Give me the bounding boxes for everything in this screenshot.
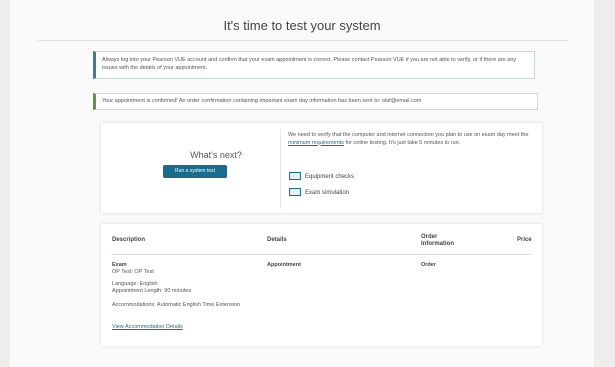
- appointment-length: Appointment Length: 90 minutes: [112, 288, 192, 294]
- page-title: It's time to test your system: [223, 18, 381, 33]
- order-table: Description Details Order Information Pr…: [101, 224, 542, 346]
- exam-language: Language: English: [112, 281, 158, 287]
- order-info-value: Order: [421, 262, 436, 268]
- page: It's time to test your system Always log…: [10, 0, 594, 367]
- requirements-text-after: for online testing. It's just take 5 min…: [345, 139, 461, 146]
- accommodations: Accommodations: Automatic English Time E…: [112, 302, 241, 308]
- exam-simulation-item: Exam simulation: [289, 188, 349, 198]
- details-value: Appointment: [267, 262, 301, 268]
- requirements-text: We need to verify that the computer and …: [288, 132, 531, 147]
- exam-name: OP Test: OP Test: [112, 269, 154, 275]
- whats-next-heading: What's next?: [190, 150, 242, 160]
- equipment-checks-item: Equipment checks: [289, 172, 354, 182]
- exam-simulation-label: Exam simulation: [305, 190, 350, 196]
- computer-icon: [289, 188, 301, 197]
- header-order-information: Order Information: [421, 234, 454, 247]
- info-alert: Always log into your Pearson VUE account…: [93, 51, 535, 79]
- computer-icon: [289, 172, 301, 181]
- header-details: Details: [267, 237, 287, 243]
- view-accommodation-details-link[interactable]: View Accommodation Details: [112, 324, 183, 331]
- minimum-requirements-link[interactable]: minimum requirements: [288, 140, 344, 146]
- title-divider: [38, 40, 568, 41]
- card-divider: [280, 129, 281, 209]
- header-divider: [111, 254, 532, 255]
- equipment-checks-label: Equipment checks: [305, 174, 355, 180]
- whats-next-card: What's next? Run a system test We need t…: [101, 123, 542, 213]
- run-system-test-button[interactable]: Run a system test: [163, 165, 227, 178]
- exam-label: Exam: [112, 262, 127, 268]
- requirements-text-before: We need to verify that the computer and …: [288, 132, 529, 138]
- header-price: Price: [517, 237, 532, 243]
- header-description: Description: [112, 237, 146, 243]
- confirmation-alert: Your appointment is confirmed! An order …: [93, 93, 538, 110]
